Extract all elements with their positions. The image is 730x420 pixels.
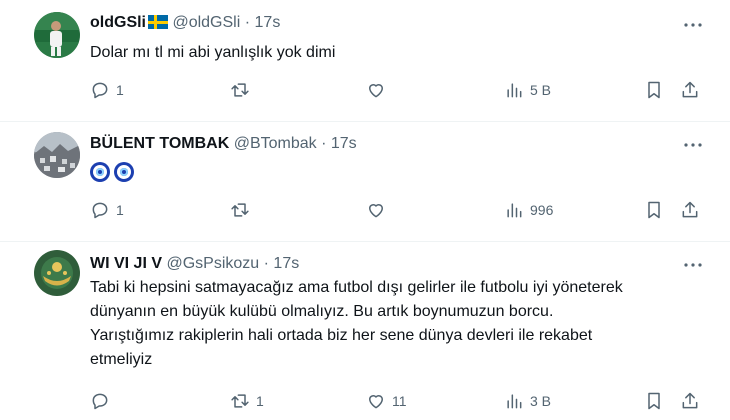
reply-count: 1 [116,82,124,98]
timestamp[interactable]: 17s [331,135,357,152]
reply-count: 1 [116,202,124,218]
bookmark-icon [644,391,664,411]
tweet[interactable]: oldGSli @oldGSli · 17s Dolar mı tl mi ab… [0,0,730,121]
more-icon[interactable] [682,255,704,275]
reply-icon [90,80,110,100]
reply-button[interactable] [90,390,116,412]
avatar[interactable] [34,12,80,58]
retweet-icon [230,391,250,411]
views-icon [504,200,524,220]
retweet-icon [230,200,250,220]
tweet-text: Tabi ki hepsini satmayacağız ama futbol … [90,276,720,372]
tweet[interactable]: BÜLENT TOMBAK @BTombak · 17s 1 996 [0,122,730,241]
display-name[interactable]: BÜLENT TOMBAK [90,135,229,152]
share-icon [680,391,700,411]
action-bar: 1 11 3 B [90,390,710,412]
action-bar: 1 996 [90,199,710,221]
like-button[interactable] [366,199,392,221]
tweet-text-line: etmeliyiz [90,351,153,368]
views-count: 996 [530,202,554,218]
tweet-text-line: Tabi ki hepsini satmayacağız ama futbol … [90,279,623,296]
avatar[interactable] [34,132,80,178]
nazar-emoji-icon [114,162,134,182]
display-name[interactable]: WI VI JI V [90,255,162,272]
bookmark-icon [644,80,664,100]
display-name[interactable]: oldGSli [90,14,146,31]
reply-button[interactable]: 1 [90,199,124,221]
heart-icon [366,200,386,220]
timestamp[interactable]: 17s [273,255,299,272]
like-button[interactable] [366,79,392,101]
share-icon [680,80,700,100]
retweet-icon [230,80,250,100]
views-count: 3 B [530,393,552,409]
action-bar: 1 5 B [90,79,710,101]
tweet-header: oldGSli @oldGSli · 17s [90,13,280,33]
share-button[interactable] [680,79,700,101]
bookmark-button[interactable] [644,79,664,101]
heart-icon [366,391,386,411]
retweet-count: 1 [256,393,264,409]
views-icon [504,80,524,100]
handle[interactable]: @GsPsikozu [166,255,259,272]
tweet-text-line: dünyanın en büyük kulübü olmalıyız. Bu a… [90,303,554,320]
separator: · [244,14,251,31]
handle[interactable]: @BTombak [234,135,317,152]
tweet[interactable]: WI VI JI V @GsPsikozu · 17s Tabi ki heps… [0,242,730,420]
tweet-header: BÜLENT TOMBAK @BTombak · 17s [90,134,357,154]
share-icon [680,200,700,220]
more-icon[interactable] [682,135,704,155]
handle[interactable]: @oldGSli [172,14,240,31]
timestamp[interactable]: 17s [255,14,281,31]
views-button[interactable]: 996 [504,199,553,221]
share-button[interactable] [680,390,700,412]
nazar-emoji-icon [90,162,110,182]
separator: · [321,135,327,152]
bookmark-icon [644,200,664,220]
like-button[interactable]: 11 [366,390,407,412]
retweet-button[interactable] [230,79,256,101]
tweet-text-line: Yarıştığımız rakiplerin hali ortada biz … [90,327,593,344]
bookmark-button[interactable] [644,390,664,412]
bookmark-button[interactable] [644,199,664,221]
tweet-header: WI VI JI V @GsPsikozu · 17s [90,254,299,274]
views-button[interactable]: 3 B [504,390,551,412]
heart-icon [366,80,386,100]
separator: · [263,255,269,272]
reply-button[interactable]: 1 [90,79,124,101]
views-count: 5 B [530,82,552,98]
more-icon[interactable] [682,15,704,35]
tweet-text: Dolar mı tl mi abi yanlışlık yok dimi [90,44,336,61]
views-icon [504,391,524,411]
tweet-text [90,162,720,190]
share-button[interactable] [680,199,700,221]
like-count: 11 [392,393,407,409]
views-button[interactable]: 5 B [504,79,551,101]
reply-icon [90,391,110,411]
sweden-flag-icon [148,15,168,29]
avatar[interactable] [34,250,80,296]
reply-icon [90,200,110,220]
retweet-button[interactable]: 1 [230,390,264,412]
retweet-button[interactable] [230,199,256,221]
